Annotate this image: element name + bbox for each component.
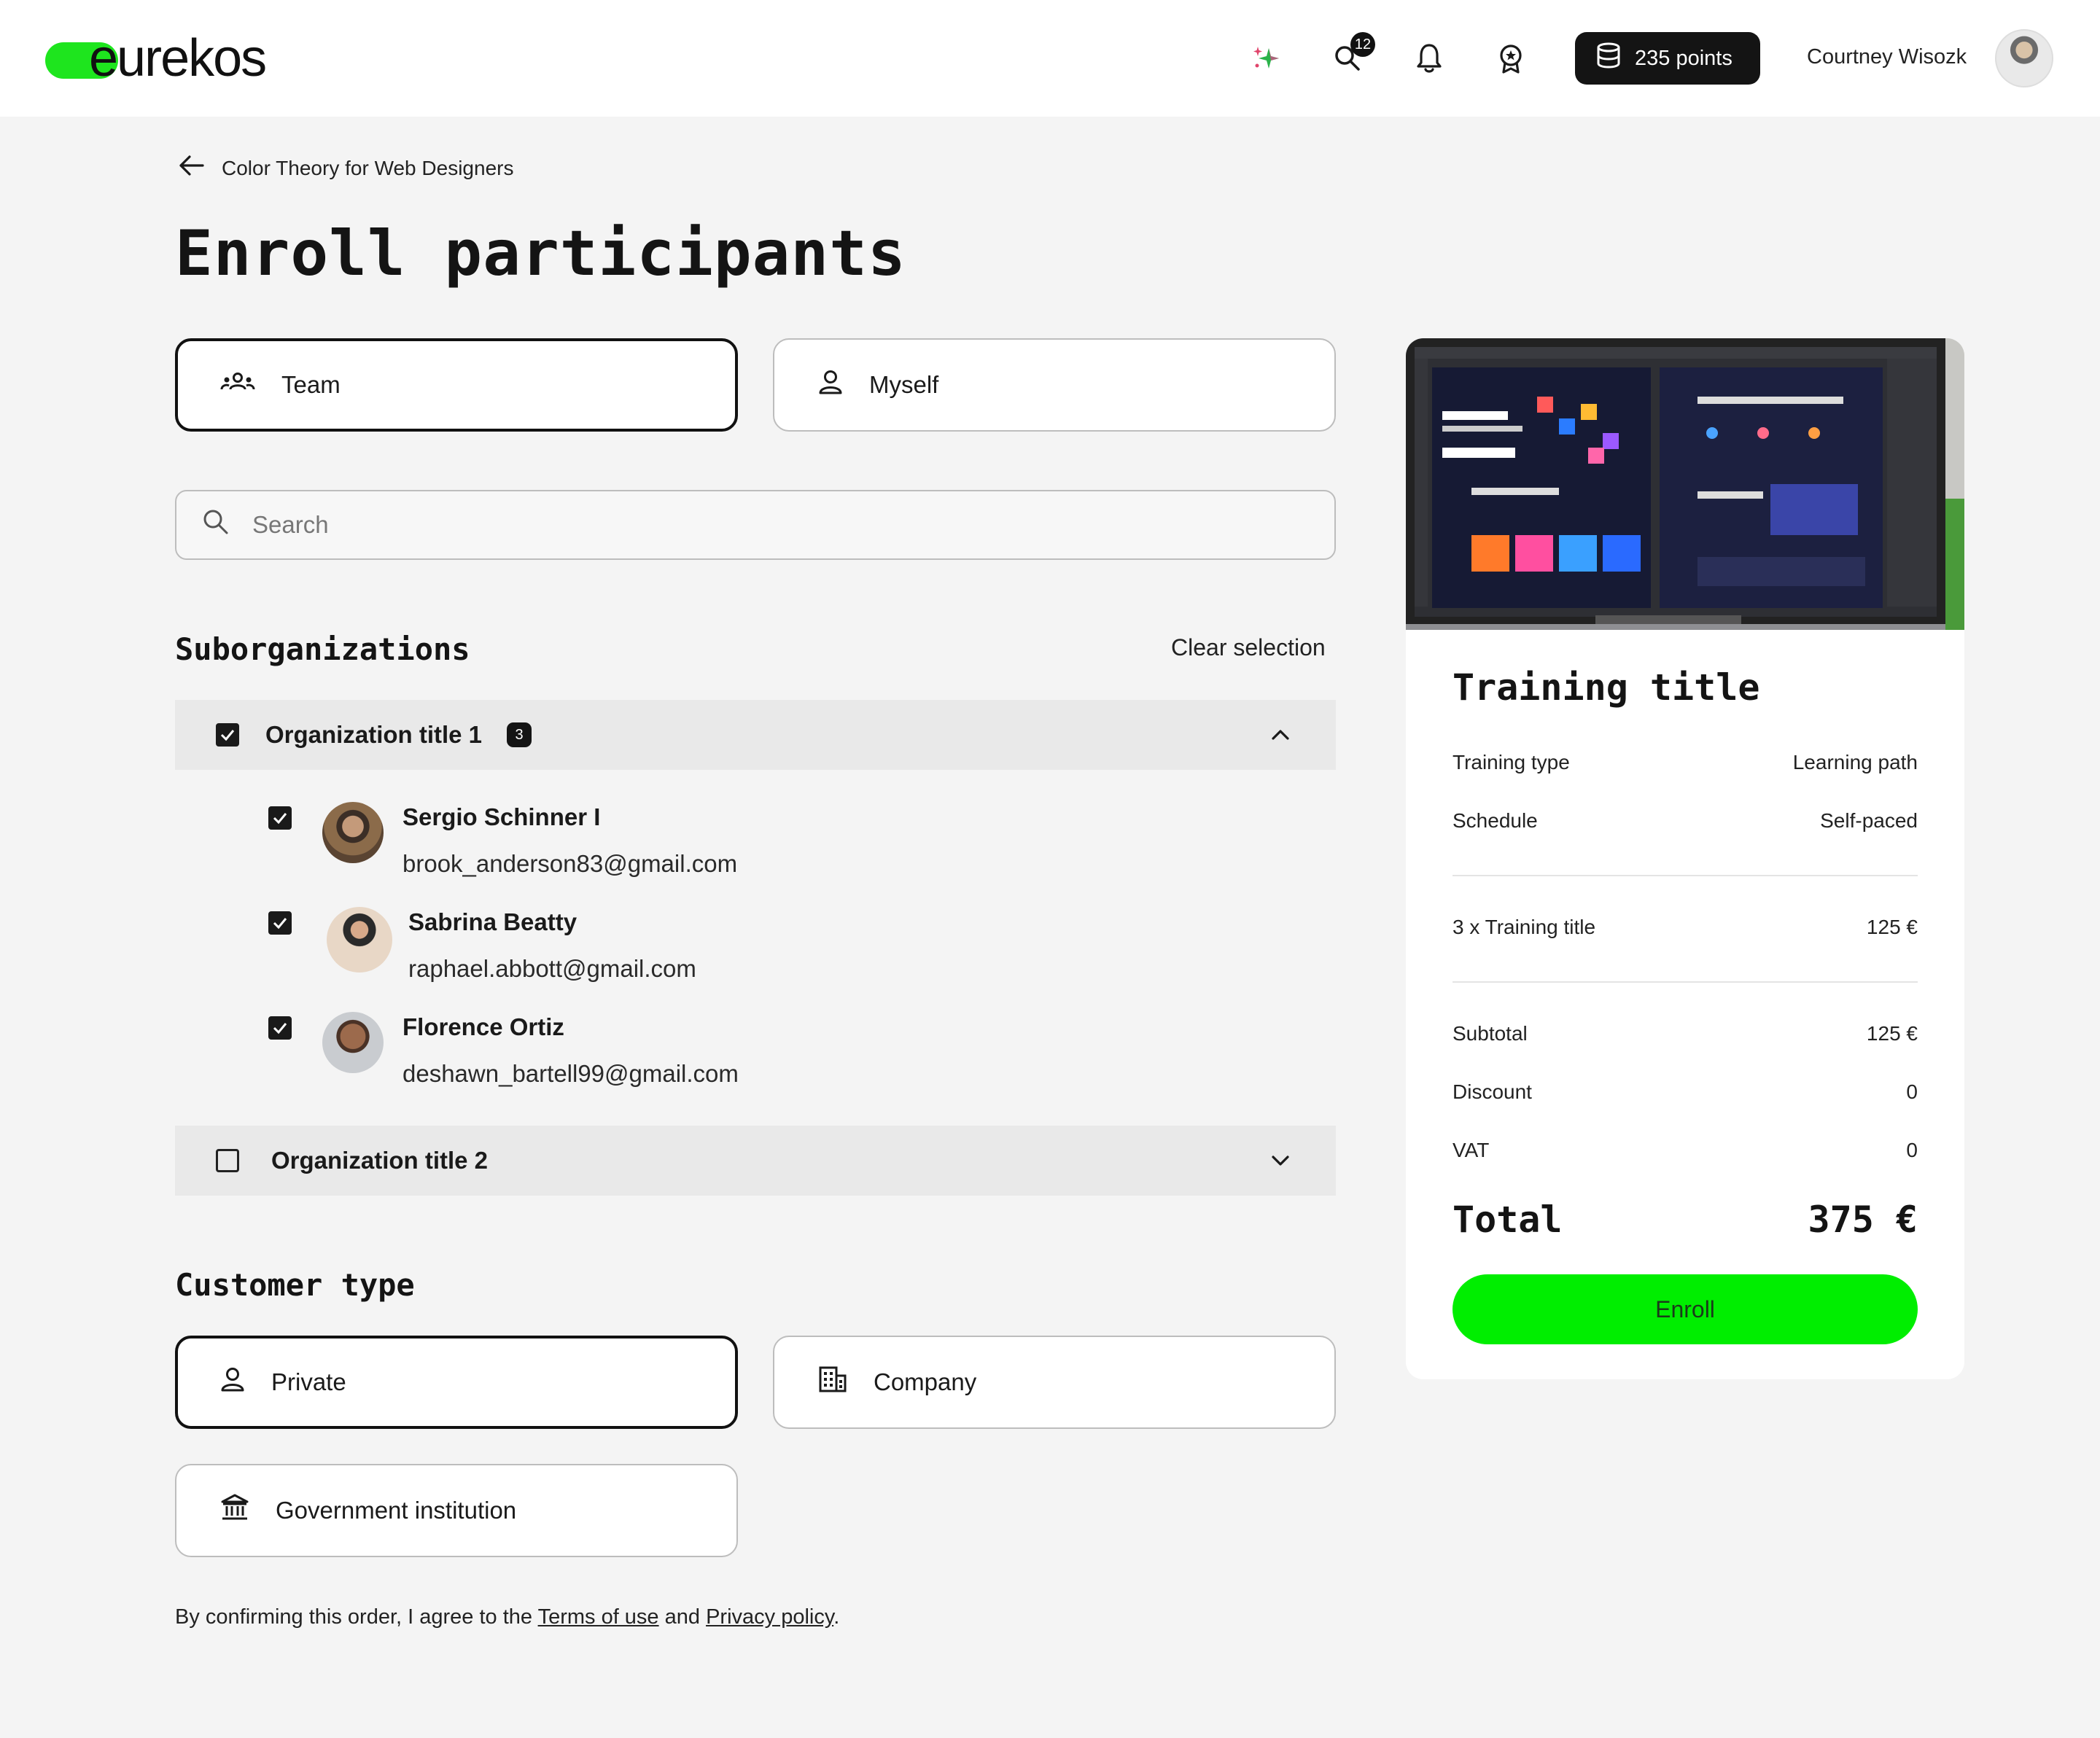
user-icon xyxy=(220,1366,245,1398)
logo-text: eurekos xyxy=(89,29,267,87)
bell-icon[interactable] xyxy=(1407,36,1451,80)
ai-sparkle-icon[interactable] xyxy=(1244,36,1288,80)
customer-type-title: Customer type xyxy=(175,1267,415,1303)
search-icon xyxy=(201,507,230,542)
summary-row-training-type: Training type Learning path xyxy=(1452,751,1918,774)
customer-option-label: Government institution xyxy=(276,1497,517,1524)
terms-suffix: . xyxy=(833,1605,840,1629)
org-checkbox[interactable] xyxy=(216,723,239,747)
divider xyxy=(1452,981,1918,983)
total-value: 375 € xyxy=(1808,1199,1918,1241)
member-name: Florence Ortiz xyxy=(402,1013,564,1040)
top-bar: eurekos 12 235 points Courtney Wisozk xyxy=(0,0,2100,117)
subtotal-value: 125 € xyxy=(1866,1022,1918,1045)
clear-selection-button[interactable]: Clear selection xyxy=(1171,634,1326,661)
eurekos-logo[interactable]: eurekos xyxy=(45,29,279,87)
discount-value: 0 xyxy=(1906,1080,1918,1103)
customer-option-label: Private xyxy=(271,1368,346,1395)
privacy-policy-link[interactable]: Privacy policy xyxy=(706,1605,833,1629)
search-count-badge: 12 xyxy=(1350,32,1375,57)
vat-label: VAT xyxy=(1452,1139,1490,1161)
audience-option-label: Team xyxy=(281,371,341,398)
org-checkbox[interactable] xyxy=(216,1149,239,1172)
discount-label: Discount xyxy=(1452,1080,1532,1103)
member-avatar xyxy=(322,1012,384,1073)
line-item-label: 3 x Training title xyxy=(1452,916,1596,938)
training-title: Training title xyxy=(1452,666,1760,709)
summary-total: Total 375 € xyxy=(1452,1199,1918,1241)
search-field[interactable]: Search xyxy=(175,490,1336,560)
terms-middle: and xyxy=(658,1605,707,1629)
summary-row-line-item: 3 x Training title 125 € xyxy=(1452,916,1918,939)
chevron-up-icon[interactable] xyxy=(1266,720,1295,749)
user-icon xyxy=(818,369,843,401)
org-count-badge: 3 xyxy=(507,722,532,747)
schedule-value: Self-paced xyxy=(1820,809,1918,832)
team-icon xyxy=(220,370,255,400)
terms-of-use-link[interactable]: Terms of use xyxy=(538,1605,659,1629)
divider xyxy=(1452,875,1918,876)
schedule-label: Schedule xyxy=(1452,809,1538,832)
member-email: brook_anderson83@gmail.com xyxy=(402,850,738,877)
member-checkbox[interactable] xyxy=(268,806,292,830)
member-email: deshawn_bartell99@gmail.com xyxy=(402,1060,739,1087)
training-type-value: Learning path xyxy=(1792,751,1918,773)
org-label: Organization title 2 xyxy=(271,1147,489,1174)
coins-icon xyxy=(1595,42,1622,75)
breadcrumb[interactable]: Color Theory for Web Designers xyxy=(178,155,513,182)
member-checkbox[interactable] xyxy=(268,1016,292,1040)
vat-value: 0 xyxy=(1906,1139,1918,1161)
summary-row-vat: VAT 0 xyxy=(1452,1139,1918,1162)
audience-option-myself[interactable]: Myself xyxy=(773,338,1336,432)
org-row[interactable]: Organization title 1 3 xyxy=(175,700,1336,770)
org-label: Organization title 1 xyxy=(265,721,483,748)
member-row[interactable]: Florence Ortiz deshawn_bartell99@gmail.c… xyxy=(268,1012,1143,1117)
user-avatar[interactable] xyxy=(1995,29,2053,87)
institution-icon xyxy=(220,1493,249,1528)
points-button[interactable]: 235 points xyxy=(1575,32,1760,85)
page-title: Enroll participants xyxy=(175,217,906,290)
summary-row-subtotal: Subtotal 125 € xyxy=(1452,1022,1918,1045)
summary-row-schedule: Schedule Self-paced xyxy=(1452,809,1918,833)
customer-option-private[interactable]: Private xyxy=(175,1336,738,1429)
search-placeholder[interactable]: Search xyxy=(252,511,329,539)
member-name: Sabrina Beatty xyxy=(408,908,578,935)
building-icon xyxy=(818,1365,847,1399)
suborganizations-title: Suborganizations xyxy=(175,631,470,667)
audience-option-label: Myself xyxy=(869,371,939,398)
enroll-button[interactable]: Enroll xyxy=(1452,1274,1918,1344)
arrow-left-icon[interactable] xyxy=(178,155,206,182)
user-name[interactable]: Courtney Wisozk xyxy=(1807,45,1967,69)
points-label: 235 points xyxy=(1635,46,1732,70)
audience-option-team[interactable]: Team xyxy=(175,338,738,432)
order-summary-card: Training title Training type Learning pa… xyxy=(1406,338,1964,1379)
customer-option-label: Company xyxy=(874,1368,977,1395)
terms-prefix: By confirming this order, I agree to the xyxy=(175,1605,538,1629)
member-name: Sergio Schinner I xyxy=(402,803,601,830)
breadcrumb-label[interactable]: Color Theory for Web Designers xyxy=(222,157,513,180)
org-row[interactable]: Organization title 2 xyxy=(175,1126,1336,1196)
line-item-value: 125 € xyxy=(1866,916,1918,938)
chevron-down-icon[interactable] xyxy=(1266,1146,1295,1175)
training-type-label: Training type xyxy=(1452,751,1570,773)
summary-row-discount: Discount 0 xyxy=(1452,1080,1918,1104)
customer-option-government[interactable]: Government institution xyxy=(175,1464,738,1557)
member-row[interactable]: Sabrina Beatty raphael.abbott@gmail.com xyxy=(268,907,1143,1012)
subtotal-label: Subtotal xyxy=(1452,1022,1528,1045)
member-avatar xyxy=(322,802,384,863)
total-label: Total xyxy=(1452,1199,1563,1241)
terms-text: By confirming this order, I agree to the… xyxy=(175,1605,839,1629)
member-row[interactable]: Sergio Schinner I brook_anderson83@gmail… xyxy=(268,802,1143,907)
member-checkbox[interactable] xyxy=(268,911,292,935)
member-avatar xyxy=(327,907,392,973)
customer-option-company[interactable]: Company xyxy=(773,1336,1336,1429)
member-email: raphael.abbott@gmail.com xyxy=(408,955,696,982)
training-image xyxy=(1406,338,1964,630)
award-badge-icon[interactable] xyxy=(1489,36,1533,80)
